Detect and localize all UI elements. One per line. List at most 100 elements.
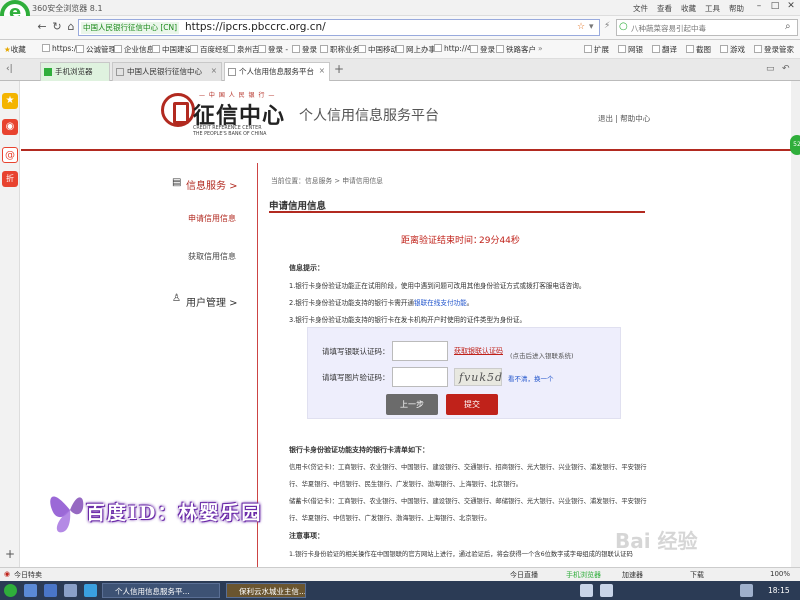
debit-card-banks-1: 储蓄卡(借记卡)：工商银行、农业银行、中国银行、建设银行、交通银行、邮储银行、光… (289, 498, 647, 505)
get-code-hint: (点击后进入银联系统) (510, 352, 574, 360)
get-unionpay-code-link[interactable]: 获取银联认证码 (454, 346, 503, 356)
menu-obtain-credit-info[interactable]: 获取信用信息 (188, 251, 236, 262)
refresh-captcha-link[interactable]: 看不清，换一个 (508, 373, 554, 383)
bookmark-item[interactable]: 登录 (470, 44, 495, 55)
menu-favorites[interactable]: 收藏 (681, 3, 696, 14)
menu-apply-credit-info[interactable]: 申请信用信息 (188, 213, 236, 224)
ie-icon[interactable] (24, 584, 37, 597)
search-icon[interactable]: ⌕ (785, 21, 791, 32)
bookmark-item[interactable]: ★收藏 (4, 44, 26, 55)
screenshot-button[interactable]: 截图 (686, 44, 711, 55)
bookmark-item[interactable]: 中国建设 (152, 44, 192, 55)
tray-icon[interactable] (580, 584, 593, 597)
refresh-icon[interactable]: ↻ (50, 20, 64, 34)
unionpay-code-input[interactable] (392, 341, 448, 361)
bookmark-item[interactable]: 公诚管理 (76, 44, 116, 55)
bookmark-item[interactable]: 登录 - (258, 44, 288, 55)
lightning-icon[interactable]: ⚡ (604, 21, 610, 31)
previous-step-button[interactable]: 上一步 (386, 394, 438, 415)
certificate-badge[interactable]: 中国人民银行征信中心 [CN] (81, 22, 180, 34)
start-icon[interactable] (4, 584, 17, 597)
bookmark-item[interactable]: 职称业务 (320, 44, 360, 55)
home-icon[interactable]: ⌂ (64, 20, 78, 34)
explorer-icon[interactable] (44, 584, 57, 597)
weibo-icon[interactable]: ◉ (2, 119, 18, 135)
close-icon[interactable]: ✕ (784, 1, 798, 14)
bookmark-item[interactable]: 铁路客户 (496, 44, 536, 55)
tab-mobile-browser[interactable]: 手机浏览器 (40, 62, 110, 81)
new-tab-icon[interactable]: + (334, 62, 344, 76)
today-live-link[interactable]: 今日直播 (510, 570, 538, 580)
discount-icon[interactable]: 折 (2, 171, 18, 187)
close-tab-icon[interactable]: × (319, 66, 325, 75)
bookmark-item[interactable]: https:// (42, 44, 79, 53)
download-link[interactable]: 下载 (690, 570, 704, 580)
captcha-input[interactable] (392, 367, 448, 387)
user-icon: ♙ (172, 293, 181, 304)
menu-tools[interactable]: 工具 (705, 3, 720, 14)
search-box[interactable]: ○ 八种蔬菜容易引起中毒 ⌕ (616, 19, 798, 36)
web-page: — 中 国 人 民 银 行 — 征信中心 CREDIT REFERENCE CE… (21, 81, 800, 567)
dropdown-icon[interactable]: ▾ (589, 22, 594, 32)
bookmark-item[interactable]: 百度经验 (190, 44, 230, 55)
favorites-star-icon[interactable]: ★ (2, 93, 18, 109)
tab-credit-platform[interactable]: 个人信用信息服务平台 × (224, 62, 330, 81)
address-bar[interactable]: 中国人民银行征信中心 [CN] https://ipcrs.pbccrc.org… (78, 19, 600, 36)
navigation-bar: ← ↻ ⌂ 中国人民银行征信中心 [CN] https://ipcrs.pbcc… (0, 16, 800, 40)
breadcrumb: 当前位置：信息服务 > 申请信用信息 (271, 177, 383, 185)
translate-button[interactable]: 翻译 (652, 44, 677, 55)
menu-user-management[interactable]: 用户管理 > (186, 294, 238, 309)
url-text[interactable]: https://ipcrs.pbccrc.org.cn/ (185, 21, 326, 33)
bookmark-item[interactable]: http://4 (434, 44, 472, 53)
unionpay-online-link[interactable]: 银联在线支付功能 (414, 299, 467, 307)
credit-card-banks-1: 信用卡(贷记卡)：工商银行、农业银行、中国银行、建设银行、交通银行、招商银行、光… (289, 464, 647, 471)
today-sale-link[interactable]: 今日特卖 (14, 570, 42, 580)
close-tab-icon[interactable]: × (211, 66, 217, 75)
mail-icon[interactable]: @ (2, 147, 18, 163)
mobile-browser-link[interactable]: 手机浏览器 (566, 570, 601, 580)
baidu-id-watermark: 百度ID：林婴乐园 (86, 502, 263, 524)
window-title: 360安全浏览器 8.1 (32, 4, 103, 13)
debit-card-banks-2: 行、华夏银行、中信银行、广发银行、渤海银行、上海银行、北京银行。 (289, 515, 491, 522)
network-icon[interactable] (740, 584, 753, 597)
captcha-image[interactable]: fvuk5d (454, 368, 502, 386)
back-icon[interactable]: ← (35, 20, 49, 34)
clock: 18:15 (768, 586, 790, 595)
tab-pbccrc[interactable]: 中国人民银行征信中心 × (112, 62, 222, 81)
speed-badge-icon[interactable]: 52 (790, 135, 800, 155)
bookmark-item[interactable]: 登录 (292, 44, 317, 55)
accelerator-link[interactable]: 加速器 (622, 570, 643, 580)
menu-file[interactable]: 文件 (633, 3, 648, 14)
games-button[interactable]: 游戏 (720, 44, 745, 55)
app-icon[interactable] (84, 584, 97, 597)
logout-help-links[interactable]: 退出 | 帮助中心 (598, 113, 650, 124)
submit-button[interactable]: 提交 (446, 394, 498, 415)
zoom-level[interactable]: 100% (770, 570, 790, 578)
bookmark-item[interactable]: 中国移动 (358, 44, 398, 55)
restore-tab-icon[interactable]: ↶ (782, 64, 790, 74)
bookmark-item[interactable]: 企业信息 (114, 44, 154, 55)
tab-scroll-left-icon[interactable]: ‹| (6, 64, 13, 74)
tray-icon[interactable] (600, 584, 613, 597)
search-input[interactable]: 八种蔬菜容易引起中毒 (631, 23, 706, 34)
login-manager-button[interactable]: 登录管家 (754, 44, 794, 55)
tab-bar: ‹| 手机浏览器 中国人民银行征信中心 × 个人信用信息服务平台 × + ▭ ↶ (0, 59, 800, 81)
maximize-icon[interactable]: □ (768, 1, 782, 14)
bookmark-item[interactable]: 泉州吉 (227, 44, 260, 55)
sidebar-add-icon[interactable]: + (5, 547, 15, 561)
minimize-icon[interactable]: – (752, 1, 766, 14)
media-icon[interactable] (64, 584, 77, 597)
bookmark-item[interactable]: 网上办事 (396, 44, 436, 55)
taskbar-item-forum[interactable]: 保利云水城业主信... (226, 583, 306, 598)
menu-info-service[interactable]: 信息服务 > (186, 177, 238, 192)
menu-help[interactable]: 帮助 (729, 3, 744, 14)
star-icon[interactable]: ☆ (577, 22, 585, 32)
unionpay-code-label: 请填写银联认证码： (322, 347, 390, 356)
taskbar-item-browser[interactable]: 个人信用信息服务平... (102, 583, 220, 598)
more-bookmarks-icon[interactable]: » (538, 44, 543, 53)
menu-view[interactable]: 查看 (657, 3, 672, 14)
ebank-button[interactable]: 网银 (618, 44, 643, 55)
tab-list-icon[interactable]: ▭ (766, 64, 775, 74)
search-engine-icon[interactable]: ○ (619, 21, 628, 32)
extensions-button[interactable]: 扩展 (584, 44, 609, 55)
